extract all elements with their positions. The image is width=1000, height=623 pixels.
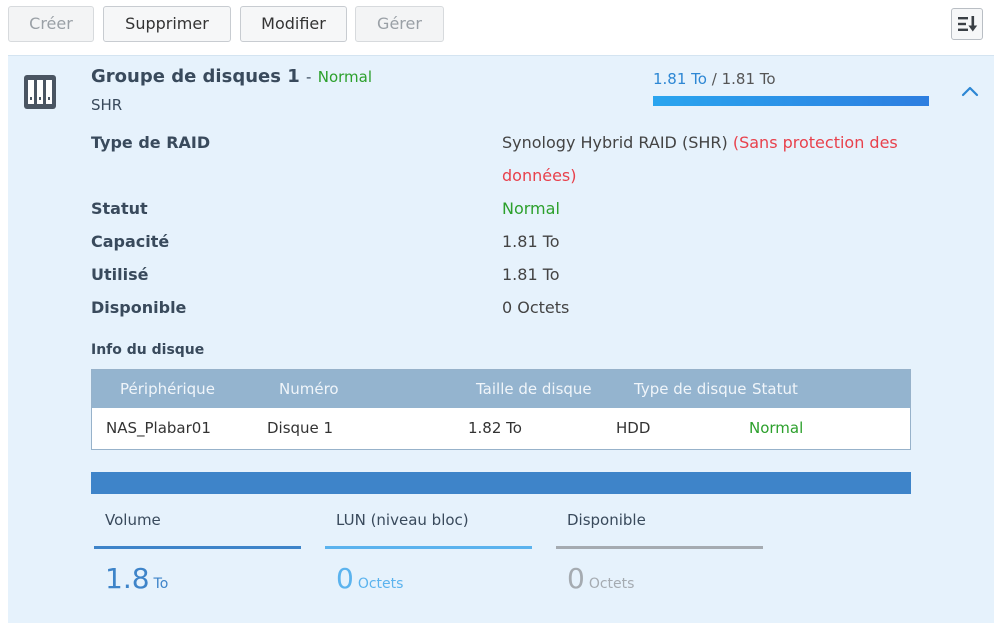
capacity-value: 1.81 To bbox=[502, 232, 560, 251]
storage-pool-panel: Groupe de disques 1 - Normal SHR 1.81 To… bbox=[8, 55, 994, 623]
status-value: Normal bbox=[502, 199, 560, 218]
column-header[interactable]: Périphérique bbox=[120, 370, 215, 408]
table-cell: 1.82 To bbox=[468, 419, 522, 437]
free-value: 0 Octets bbox=[567, 562, 634, 595]
pool-status: Normal bbox=[317, 68, 372, 86]
usage-text: 1.81 To / 1.81 To bbox=[653, 70, 776, 88]
usage-bar bbox=[653, 96, 929, 106]
free-label: Disponible bbox=[567, 511, 646, 529]
raid-type-name: Synology Hybrid RAID (SHR) bbox=[502, 133, 728, 152]
sort-down-icon bbox=[958, 16, 978, 32]
allocation-bar bbox=[91, 472, 911, 494]
volume-underline bbox=[94, 546, 301, 549]
free-number: 0 bbox=[567, 562, 585, 595]
usage-used: 1.81 To bbox=[653, 70, 707, 88]
table-cell: Disque 1 bbox=[267, 419, 334, 437]
chevron-up-icon[interactable] bbox=[960, 83, 980, 99]
title-separator: - bbox=[306, 68, 312, 86]
create-button[interactable]: Créer bbox=[8, 6, 94, 42]
used-label: Utilisé bbox=[91, 265, 149, 284]
usage-total: 1.81 To bbox=[721, 70, 776, 88]
volume-number: 1.8 bbox=[105, 562, 150, 595]
column-header[interactable]: Statut bbox=[752, 370, 798, 408]
lun-number: 0 bbox=[336, 562, 354, 595]
edit-button[interactable]: Modifier bbox=[240, 6, 347, 42]
lun-value: 0 Octets bbox=[336, 562, 403, 595]
raid-type-value: Synology Hybrid RAID (SHR) (Sans protect… bbox=[502, 126, 902, 192]
column-header[interactable]: Taille de disque bbox=[476, 370, 592, 408]
table-cell: HDD bbox=[616, 419, 651, 437]
table-cell: Normal bbox=[749, 419, 804, 437]
raid-type-label: Type de RAID bbox=[91, 133, 211, 152]
free-unit: Octets bbox=[588, 576, 635, 592]
available-value: 0 Octets bbox=[502, 298, 570, 317]
available-label: Disponible bbox=[91, 298, 187, 317]
usage-separator: / bbox=[711, 70, 717, 88]
pool-name: Groupe de disques 1 bbox=[91, 66, 300, 87]
lun-underline bbox=[325, 546, 532, 549]
disk-group-icon bbox=[24, 75, 56, 109]
volume-value: 1.8 To bbox=[105, 562, 168, 595]
capacity-label: Capacité bbox=[91, 232, 170, 251]
status-label: Statut bbox=[91, 199, 148, 218]
pool-subtitle: SHR bbox=[91, 96, 123, 114]
pool-title: Groupe de disques 1 - Normal bbox=[91, 66, 372, 87]
table-header: Périphérique Numéro Taille de disque Typ… bbox=[92, 370, 910, 408]
volume-unit: To bbox=[153, 576, 169, 592]
manage-button[interactable]: Gérer bbox=[355, 6, 444, 42]
table-cell: NAS_Plabar01 bbox=[106, 419, 211, 437]
free-underline bbox=[556, 546, 763, 549]
disk-info-table: Périphérique Numéro Taille de disque Typ… bbox=[91, 369, 911, 450]
toolbar: Créer Supprimer Modifier Gérer bbox=[0, 0, 1000, 52]
lun-label: LUN (niveau bloc) bbox=[336, 511, 469, 529]
usage-bar-fill bbox=[653, 96, 929, 106]
volume-label: Volume bbox=[105, 511, 161, 529]
used-value: 1.81 To bbox=[502, 265, 560, 284]
sort-button[interactable] bbox=[951, 8, 983, 40]
lun-unit: Octets bbox=[357, 576, 404, 592]
column-header[interactable]: Type de disque bbox=[634, 370, 747, 408]
disk-info-heading: Info du disque bbox=[91, 342, 205, 358]
column-header[interactable]: Numéro bbox=[279, 370, 339, 408]
delete-button[interactable]: Supprimer bbox=[103, 6, 231, 42]
